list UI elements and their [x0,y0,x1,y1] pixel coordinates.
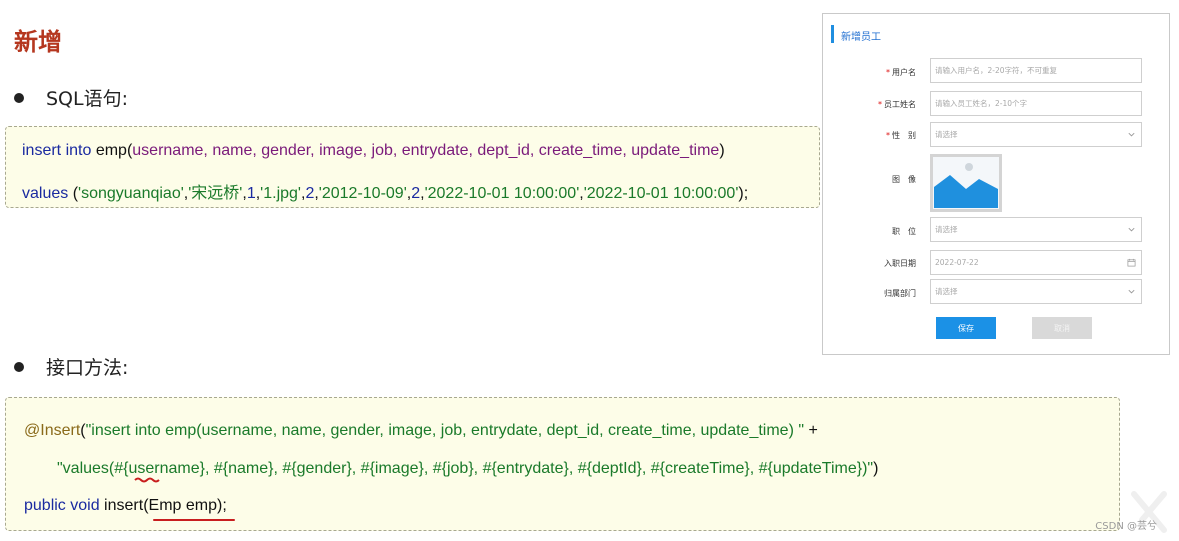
sql-section-heading: SQL语句: [14,84,128,111]
placeholder-text: 请输入员工姓名，2-10个字 [935,99,1028,108]
code-line-3: public void insert(Emp emp); [24,497,227,515]
sql-end: ); [738,185,749,202]
sql-string-2: "values(#{username}, #{name}, #{gender},… [57,460,874,477]
method-name: insert [99,497,144,514]
department-select[interactable]: 请选择 [930,279,1142,304]
bullet-icon [14,92,24,103]
required-mark: * [878,100,882,109]
sql-paren: ) [719,142,725,159]
sql-value: 2 [411,185,421,202]
interface-section-label: 接口方法: [46,357,129,379]
sql-value: '1.jpg' [260,185,301,202]
add-employee-dialog: 新增员工 * 用户名 请输入用户名，2-20字符，不可重复 * 员工姓名 请输入员工… [822,13,1170,355]
sql-value: '2022-10-01 10:00:00' [424,185,580,202]
field-label-text: 归属部门 [884,289,916,298]
sql-value: 'songyuanqiao' [78,185,184,202]
department-label: 归属部门 [836,288,916,299]
sql-section-label: SQL语句: [46,88,129,110]
field-label-text: 用户名 [892,68,916,77]
red-underline-mark [153,519,235,521]
watermark: CSDN @芸兮 [1095,521,1157,532]
image-upload[interactable] [930,154,1002,212]
field-label-text: 员工姓名 [884,100,916,109]
entry-date-label: 入职日期 [836,258,916,269]
sql-keyword: insert into [22,142,92,159]
sql-columns: username, name, gender, image, job, entr… [132,142,720,159]
interface-section-heading: 接口方法: [14,353,128,380]
method-modifiers: public void [24,497,100,514]
sql-code-block: insert into emp ( username, name, gender, … [5,126,820,208]
code-plus: + [804,422,818,439]
field-label-text: 职 位 [892,227,916,236]
username-label: * 用户名 [836,67,916,78]
sql-table: emp [95,142,127,159]
method-params: (Emp emp) [143,497,223,514]
date-value: 2022-07-22 [935,258,979,267]
sql-string-1: "insert into emp(username, name, gender,… [85,422,805,439]
sql-value: '2012-10-09' [318,185,407,202]
job-select[interactable]: 请选择 [930,217,1142,242]
gender-select[interactable]: 请选择 [930,122,1142,147]
interface-code-block: @Insert("insert into emp(username, name,… [5,397,1120,531]
field-label-text: 性 别 [892,131,916,140]
save-button[interactable]: 保存 [936,317,996,339]
field-label-text: 图 像 [892,175,916,184]
red-squiggle-mark [134,477,160,483]
code-semicolon: ; [222,497,227,514]
sql-value: '2022-10-01 10:00:00' [583,185,739,202]
title-accent-bar [831,25,834,43]
sql-paren: ( [68,185,79,202]
employee-name-label: * 员工姓名 [836,99,916,110]
placeholder-text: 请输入用户名，2-20字符，不可重复 [935,66,1058,75]
chevron-down-icon [1128,227,1135,232]
sql-line-1: insert into emp(username, name, gender, … [22,142,725,160]
sql-value: 1 [246,185,256,202]
chevron-down-icon [1128,289,1135,294]
code-line-2: "values(#{username}, #{name}, #{gender},… [57,460,878,478]
gender-label: * 性 别 [836,130,916,141]
sql-value: '宋远桥' [188,185,243,202]
bullet-icon [14,361,24,372]
field-label-text: 入职日期 [884,259,916,268]
insert-annotation: @Insert [24,422,81,439]
required-mark: * [886,131,890,140]
placeholder-text: 请选择 [935,130,958,139]
placeholder-text: 请选择 [935,225,958,234]
dialog-title: 新增员工 [841,32,881,43]
required-mark: * [886,68,890,77]
cancel-button[interactable]: 取消 [1032,317,1092,339]
page-title: 新增 [14,28,62,56]
calendar-icon [1127,258,1136,267]
username-input[interactable]: 请输入用户名，2-20字符，不可重复 [930,58,1142,83]
chevron-down-icon [1128,132,1135,137]
sql-value: 2 [305,185,315,202]
employee-name-input[interactable]: 请输入员工姓名，2-10个字 [930,91,1142,116]
job-label: 职 位 [836,226,916,237]
image-label: 图 像 [836,174,916,185]
sql-values-keyword: values [22,185,69,202]
placeholder-text: 请选择 [935,287,958,296]
image-placeholder-icon [933,157,999,209]
code-paren: ) [873,460,879,477]
sql-line-2: values ('songyuanqiao','宋远桥',1,'1.jpg',2… [22,179,748,203]
entry-date-picker[interactable]: 2022-07-22 [930,250,1142,275]
code-line-1: @Insert("insert into emp(username, name,… [24,422,818,440]
